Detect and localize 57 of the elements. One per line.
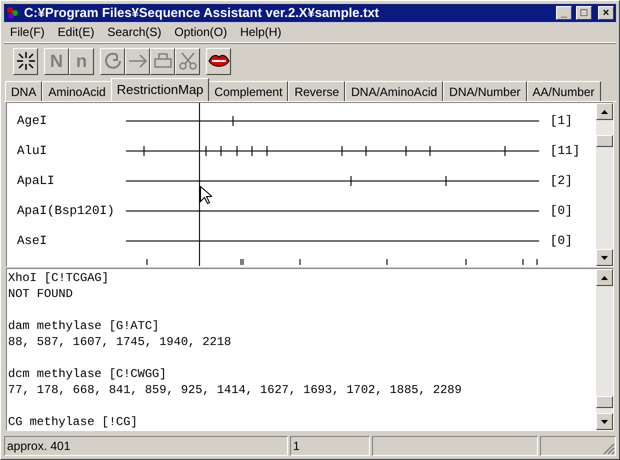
window-control-button[interactable]: □ (576, 6, 592, 20)
tab[interactable]: DNA (5, 81, 42, 101)
menu-item[interactable]: File(F) (10, 23, 45, 42)
sparkle-icon (16, 51, 36, 72)
result-line: XhoI [C!TCGAG] (8, 270, 110, 286)
toolbar-button[interactable] (206, 48, 231, 75)
arrow-icon (128, 54, 148, 68)
scroll-up-button[interactable] (596, 269, 613, 286)
scrollbar[interactable] (596, 103, 613, 266)
result-line: dcm methylase [C!CWGG] (8, 366, 168, 382)
enzyme-name: ApaLI (16, 172, 56, 190)
up-arrow-icon (601, 110, 608, 114)
scrollbar[interactable] (596, 269, 613, 430)
scroll-down-button[interactable] (596, 249, 613, 266)
scroll-up-button[interactable] (596, 103, 613, 120)
result-line: dam methylase [G!ATC] (8, 318, 160, 334)
window-control-button[interactable]: × (598, 6, 614, 20)
scissors-icon (178, 51, 198, 72)
window-control-button[interactable]: _ (556, 6, 572, 20)
scroll-down-button[interactable] (596, 413, 613, 430)
menu-item[interactable]: Edit(E) (58, 23, 94, 42)
app-icon (6, 6, 20, 20)
tab[interactable]: DNA/Number (443, 81, 527, 101)
up-arrow-icon (601, 276, 608, 280)
tab[interactable]: Reverse (288, 81, 346, 101)
site-count: [11] (550, 142, 580, 160)
enzyme-name: AgeI (16, 112, 48, 130)
scroll-thumb[interactable] (596, 135, 613, 147)
result-line: CG methylase [!CG] (8, 414, 139, 430)
tab[interactable]: Complement (208, 81, 288, 101)
enzyme-name: ApaI(Bsp120I) (16, 202, 116, 220)
toolbar-button[interactable] (13, 48, 38, 75)
menu-item[interactable]: Help(H) (240, 23, 282, 42)
menu-item[interactable]: Search(S) (107, 23, 162, 42)
tab[interactable]: RestrictionMap (110, 78, 210, 101)
tab[interactable]: DNA/AminoAcid (345, 81, 444, 101)
enzyme-name: AluI (16, 142, 48, 160)
site-count: [1] (550, 112, 573, 130)
window-title: C:¥Program Files¥Sequence Assistant ver.2.X¥sample.txt (24, 4, 380, 22)
tab[interactable]: AminoAcid (42, 81, 112, 101)
site-count: [0] (550, 232, 573, 250)
down-arrow-icon (601, 256, 608, 260)
menu-item[interactable]: Option(O) (174, 23, 228, 42)
scroll-thumb[interactable] (596, 396, 613, 408)
down-arrow-icon (601, 420, 608, 424)
result-line: NOT FOUND (8, 286, 74, 302)
enzyme-name: AseI (16, 232, 48, 250)
status-pane: 1 (290, 436, 370, 456)
rotate-icon (102, 51, 122, 72)
tab[interactable]: AA/Number (526, 81, 601, 101)
result-line: 88, 587, 1607, 1745, 1940, 2218 (8, 334, 232, 350)
site-count: [2] (550, 172, 573, 190)
site-count: [0] (550, 202, 573, 220)
lips-icon (208, 53, 230, 70)
status-pane: approx. 401 (4, 436, 288, 456)
pointer-icon (200, 186, 212, 205)
result-line: 77, 178, 668, 841, 859, 925, 1414, 1627, 1693, 1702, 1885, 2289 (8, 382, 463, 398)
